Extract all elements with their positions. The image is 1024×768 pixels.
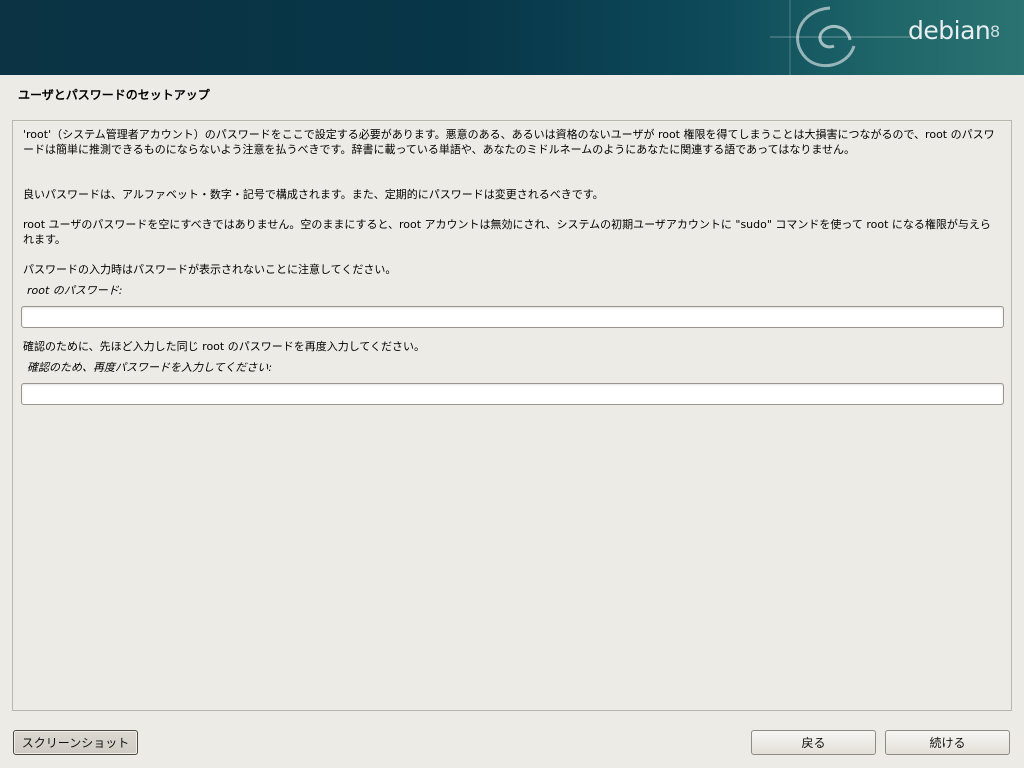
page-title: ユーザとパスワードのセットアップ bbox=[18, 88, 210, 102]
root-password-input[interactable] bbox=[21, 306, 1004, 328]
empty-password-paragraph: root ユーザのパスワードを空にすべきではありません。空のままにすると、roo… bbox=[23, 218, 991, 246]
continue-button[interactable]: 続ける bbox=[885, 730, 1010, 755]
intro-paragraph: 'root'（システム管理者アカウント）のパスワードをここで設定する必要がありま… bbox=[23, 128, 995, 156]
content-panel: 'root'（システム管理者アカウント）のパスワードをここで設定する必要がありま… bbox=[12, 120, 1012, 711]
root-password-label: root のパスワード: bbox=[27, 284, 123, 297]
debian-swirl-logo bbox=[770, 0, 910, 75]
back-button[interactable]: 戻る bbox=[751, 730, 876, 755]
debian-logo-text: debian bbox=[908, 16, 991, 45]
hidden-input-note: パスワードの入力時はパスワードが表示されないことに注意してください。 bbox=[23, 263, 397, 276]
good-password-paragraph: 良いパスワードは、アルファベット・数字・記号で構成されます。また、定期的にパスワ… bbox=[23, 188, 604, 201]
debian-version: 8 bbox=[990, 22, 1001, 41]
confirm-instruction: 確認のために、先ほど入力した同じ root のパスワードを再度入力してください。 bbox=[23, 340, 426, 353]
screenshot-button[interactable]: スクリーンショット bbox=[13, 730, 138, 755]
confirm-password-label: 確認のため、再度パスワードを入力してください: bbox=[27, 361, 273, 374]
header-banner: debian 8 bbox=[0, 0, 1024, 75]
confirm-password-input[interactable] bbox=[21, 383, 1004, 405]
